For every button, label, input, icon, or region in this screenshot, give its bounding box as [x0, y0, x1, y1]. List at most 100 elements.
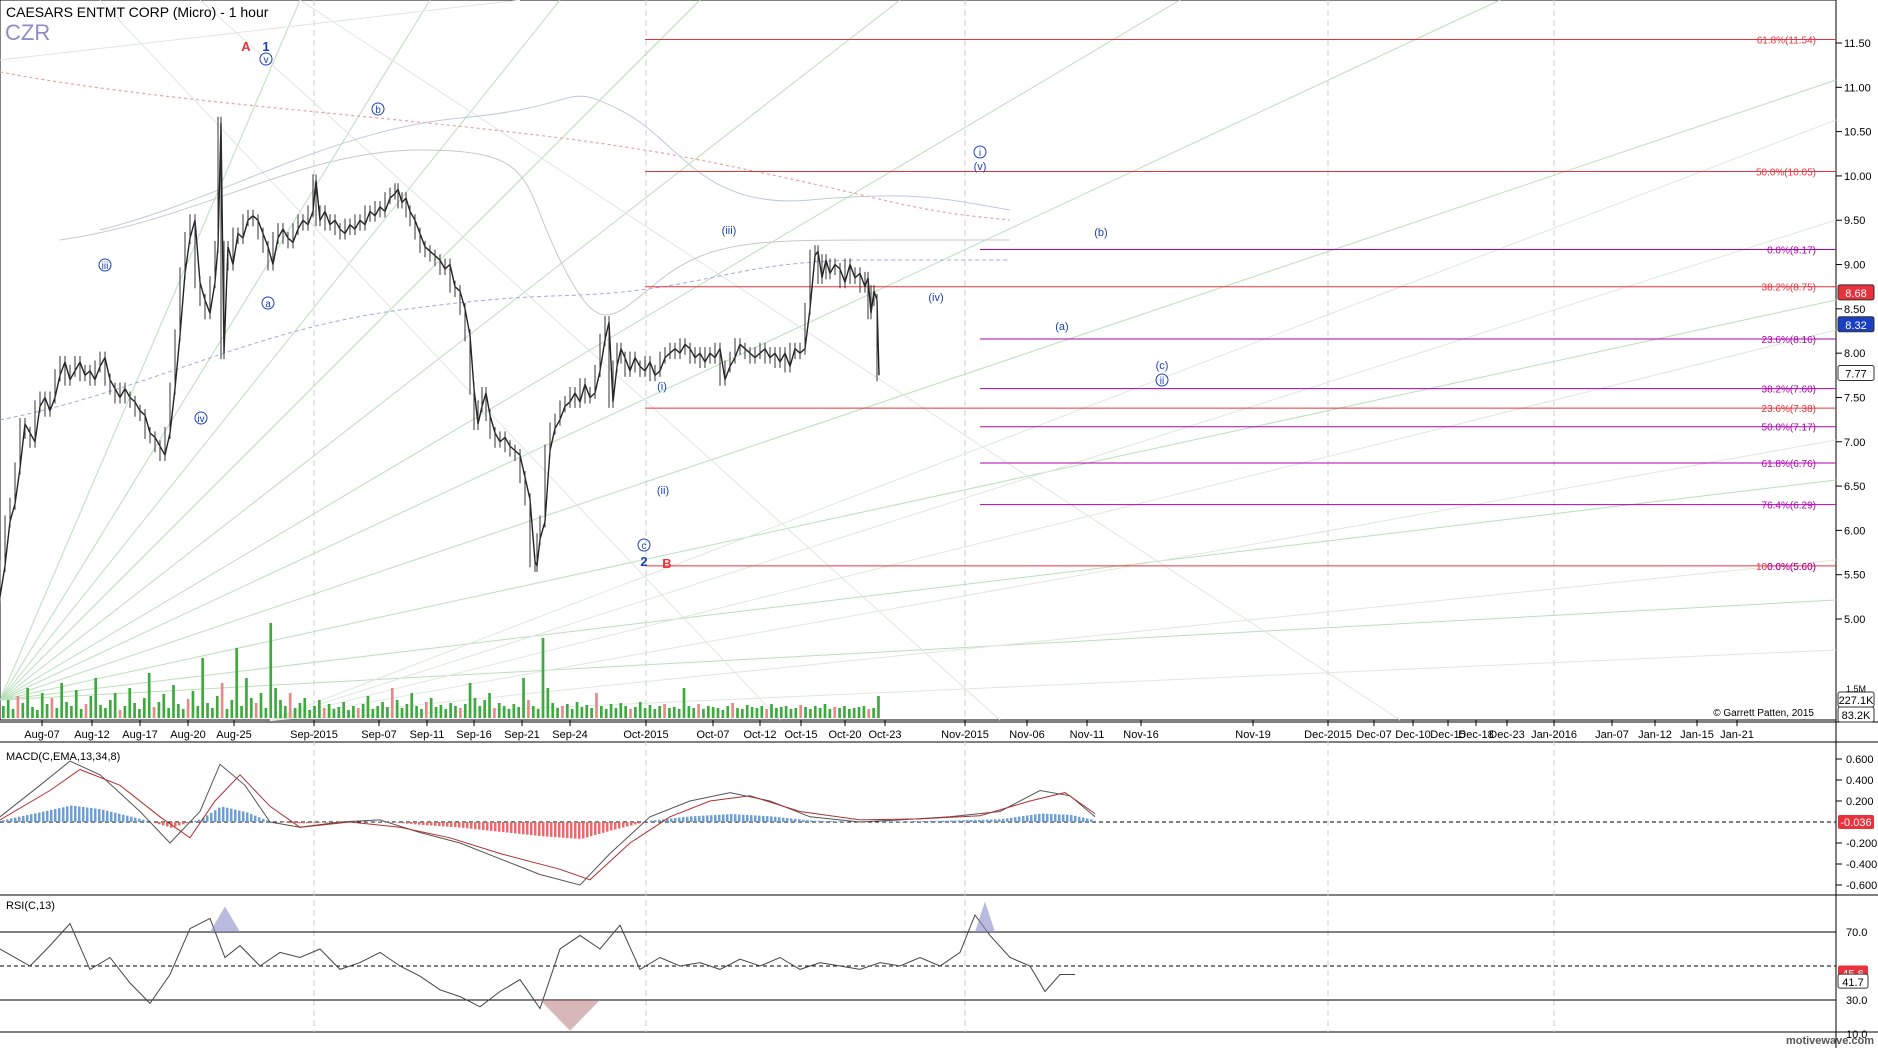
- volume-bar: [235, 648, 238, 718]
- fib-magenta-label: 76.4%(6.29): [1762, 501, 1816, 512]
- time-tick-label: Sep-11: [410, 729, 445, 741]
- wave-labels: A1vabiiiivc2B(i)(ii)(iii)(iv)(v)i(a)(b)(…: [99, 39, 1168, 571]
- volume-bar: [99, 705, 102, 718]
- time-tick-label: Nov-2015: [941, 729, 989, 741]
- macd-histogram-bar: [566, 822, 569, 838]
- time-tick-label: Dec-23: [1489, 729, 1524, 741]
- macd-histogram-bar: [6, 819, 9, 822]
- volume-bar: [124, 706, 127, 718]
- price-tick-label: 5.00: [1844, 614, 1865, 626]
- macd-histogram-bar: [638, 822, 641, 824]
- macd-histogram-bar: [178, 822, 181, 825]
- volume-bar: [381, 702, 384, 718]
- wave-label-iv-circle: iv: [197, 414, 204, 425]
- volume-bar: [255, 703, 258, 718]
- macd-histogram-bar: [938, 821, 941, 822]
- price-tick-label: 11.00: [1844, 82, 1871, 94]
- volume-bar: [688, 706, 691, 718]
- volume-bar: [775, 708, 778, 718]
- macd-histogram-bar: [1046, 814, 1049, 822]
- macd-histogram-bar: [778, 817, 781, 822]
- time-tick-label: Nov-11: [1070, 729, 1105, 741]
- volume-tick-label: 1.5M: [1846, 684, 1866, 694]
- macd-histogram-bar: [14, 818, 17, 822]
- chart-svg[interactable]: 61.8%(11.54)50.0%(10.05)38.2%(8.75)23.6%…: [0, 0, 1878, 1048]
- volume-bar: [824, 704, 827, 718]
- price-tick-label: 7.50: [1844, 392, 1865, 404]
- macd-histogram-bar: [826, 821, 829, 822]
- time-tick-label: Jan-15: [1680, 729, 1714, 741]
- volume-bar: [109, 700, 112, 718]
- volume-bar: [751, 707, 754, 718]
- macd-histogram-bar: [238, 810, 241, 822]
- macd-histogram-bar: [734, 814, 737, 822]
- fib-magenta-label: 0.0%(9.17): [1767, 245, 1816, 256]
- macd-histogram-bar: [714, 815, 717, 822]
- volume-bar: [313, 706, 316, 718]
- price-tick-label: 6.50: [1844, 481, 1865, 493]
- ma-band-upper: [100, 96, 1010, 230]
- volume-bar: [357, 708, 360, 718]
- volume-bar: [318, 700, 321, 718]
- macd-histogram-bar: [750, 815, 753, 822]
- macd-histogram-bar: [798, 819, 801, 822]
- macd-histogram-bar: [146, 821, 149, 822]
- volume-bar: [449, 703, 452, 718]
- macd-histogram-bar: [814, 821, 817, 822]
- macd-histogram-bar: [1034, 814, 1037, 822]
- volume-bar: [265, 708, 268, 718]
- volume-bar: [595, 693, 598, 718]
- volume-bar: [547, 688, 550, 718]
- price-tick-label: 9.00: [1844, 260, 1865, 272]
- macd-histogram-bar: [506, 822, 509, 833]
- macd-histogram-bar: [742, 815, 745, 822]
- volume-bar: [435, 707, 438, 718]
- macd-histogram-bar: [1090, 819, 1093, 822]
- volume-bar: [420, 709, 423, 718]
- volume-bar: [717, 708, 720, 718]
- macd-panel: MACD(C,EMA,13,34,8)0.6000.4000.200-0.200…: [0, 751, 1877, 892]
- volume-bar: [488, 693, 491, 718]
- volume-bar: [799, 705, 802, 718]
- macd-histogram-bar: [614, 822, 617, 830]
- volume-bar: [712, 707, 715, 718]
- volume-bar: [153, 707, 156, 718]
- volume-bar: [133, 703, 136, 718]
- volume-bar: [440, 705, 443, 718]
- volume-bar: [833, 707, 836, 718]
- volume-bar: [532, 706, 535, 718]
- volume-bar: [289, 693, 292, 718]
- volume-bar: [245, 678, 248, 718]
- macd-histogram-bar: [914, 821, 917, 822]
- volume-bar: [673, 707, 676, 718]
- macd-histogram-bar: [838, 821, 841, 822]
- macd-histogram-bar: [530, 822, 533, 835]
- macd-histogram-bar: [558, 822, 561, 837]
- volume-bar: [308, 710, 311, 718]
- volume-bar: [391, 688, 394, 718]
- volume-bar: [55, 708, 58, 718]
- macd-histogram-bar: [990, 819, 993, 822]
- macd-histogram-bar: [258, 817, 261, 822]
- macd-histogram-bar: [766, 816, 769, 822]
- macd-histogram-bar: [994, 819, 997, 822]
- macd-histogram-bar: [446, 822, 449, 827]
- volume-bar: [65, 702, 68, 718]
- macd-histogram-bar: [162, 822, 165, 825]
- price-tick-label: 6.00: [1844, 525, 1865, 537]
- macd-histogram-bar: [966, 820, 969, 822]
- macd-histogram-bar: [226, 808, 229, 822]
- volume-bar: [323, 708, 326, 718]
- macd-histogram-bar: [706, 815, 709, 822]
- macd-histogram-bar: [26, 815, 29, 822]
- macd-histogram-bar: [318, 822, 321, 823]
- macd-histogram-bar: [698, 816, 701, 822]
- volume-bar: [114, 693, 117, 718]
- volume-bar: [26, 688, 29, 718]
- time-tick-label: Oct-07: [696, 729, 729, 741]
- macd-histogram-bar: [670, 818, 673, 822]
- macd-histogram-bar: [494, 822, 497, 831]
- volume-bar: [138, 709, 141, 718]
- volume-bar: [644, 708, 647, 718]
- macd-histogram-bar: [22, 816, 25, 822]
